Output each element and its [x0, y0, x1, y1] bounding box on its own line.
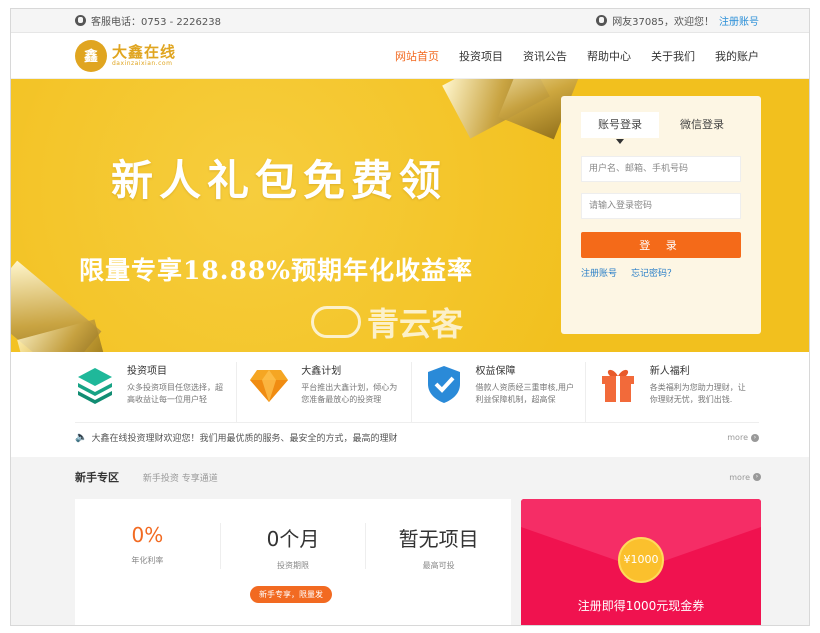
feature-newbie-benefits[interactable]: 新人福利 各类福利为您助力理财，让你理财无忧，我们出钱.	[586, 362, 759, 422]
feature-desc: 各类福利为您助力理财，让你理财无忧，我们出钱.	[649, 383, 746, 404]
notice-text[interactable]: 大鑫在线投资理财欢迎您！我们用最优质的服务、最安全的方式，最高的理财	[91, 431, 397, 444]
shield-check-icon	[427, 366, 460, 403]
tab-account-login[interactable]: 账号登录	[581, 112, 659, 144]
stat-label: 年化利率	[131, 556, 164, 565]
diamond-icon	[250, 370, 289, 402]
stat-value: 0%	[131, 523, 164, 547]
gift-icon	[601, 369, 634, 402]
feature-title: 大鑫计划	[301, 366, 342, 377]
user-welcome: 网友37085，欢迎您！ 注册账号	[596, 13, 759, 28]
cloud-icon	[311, 306, 361, 338]
nav-help[interactable]: 帮助中心	[587, 48, 631, 64]
newbie-zone: 新手专区 新手投资 专享通道 more › 0% 年化利率 0个月 投资期限 暂…	[11, 457, 809, 625]
hotline: 客服电话：0753 - 2226238	[75, 13, 221, 28]
stat-value: 暂无项目	[398, 527, 479, 551]
login-panel: 账号登录 微信登录 登 录 注册账号 忘记密码？	[561, 96, 761, 334]
forgot-password-link[interactable]: 忘记密码？	[631, 266, 676, 279]
feature-desc: 众多投资项目任您选择，超高收益让每一位用户轻	[127, 383, 223, 404]
banner-headline: 新人礼包免费领	[111, 156, 448, 205]
login-button[interactable]: 登 录	[581, 232, 741, 258]
nav-investments[interactable]: 投资项目	[459, 48, 503, 64]
chevron-right-icon: ›	[751, 433, 759, 442]
logo[interactable]: 鑫 大鑫在线 daxinzaixian.com	[75, 39, 177, 72]
red-envelope-banner[interactable]: ¥1000 注册即得1000元现金券	[521, 499, 761, 625]
top-bar: 客服电话：0753 - 2226238 网友37085，欢迎您！ 注册账号	[11, 9, 809, 33]
watermark: 青云客	[311, 299, 463, 345]
logo-name: 大鑫在线	[112, 43, 177, 61]
tab-wechat-login[interactable]: 微信登录	[663, 112, 741, 138]
register-link[interactable]: 注册账号	[719, 13, 759, 28]
feature-protection[interactable]: 权益保障 借款人资质经三重审核,用户利益保障机制，超高保	[412, 362, 586, 422]
nav-about[interactable]: 关于我们	[651, 48, 695, 64]
more-label: more	[729, 472, 750, 482]
feature-desc: 平台推出大鑫计划，倾心为您准备最放心的投资理	[301, 383, 398, 404]
feature-plan[interactable]: 大鑫计划 平台推出大鑫计划，倾心为您准备最放心的投资理	[237, 362, 412, 422]
chevron-right-icon: ›	[753, 473, 761, 481]
nav-news[interactable]: 资讯公告	[523, 48, 567, 64]
nav-account[interactable]: 我的账户	[715, 48, 759, 64]
register-account-link[interactable]: 注册账号	[581, 266, 617, 279]
nav-home[interactable]: 网站首页	[395, 48, 439, 64]
layers-icon	[78, 368, 112, 404]
feature-title: 新人福利	[649, 366, 690, 377]
feature-desc: 借款人资质经三重审核,用户利益保障机制，超高保	[475, 383, 575, 404]
welcome-text: 网友37085，欢迎您！	[612, 17, 714, 28]
zone-more-link[interactable]: more ›	[729, 473, 761, 482]
newbie-tag[interactable]: 新手专享，限量发	[250, 586, 332, 603]
stat-label: 最高可投	[422, 561, 455, 570]
main-nav: 网站首页 投资项目 资讯公告 帮助中心 关于我们 我的账户	[395, 48, 759, 64]
zone-subtitle: 新手投资 专享通道	[142, 474, 218, 484]
stat-term: 0个月 投资期限	[221, 523, 367, 570]
header: 鑫 大鑫在线 daxinzaixian.com 网站首页 投资项目 资讯公告 帮…	[11, 33, 809, 79]
banner-subline: 限量专享18.88%预期年化收益率	[79, 256, 474, 285]
username-input[interactable]	[581, 156, 741, 182]
feature-investments[interactable]: 投资项目 众多投资项目任您选择，超高收益让每一位用户轻	[75, 362, 238, 422]
coin-icon: ¥1000	[618, 537, 664, 583]
feature-title: 权益保障	[475, 366, 516, 377]
page-frame: 客服电话：0753 - 2226238 网友37085，欢迎您！ 注册账号 鑫 …	[10, 8, 810, 626]
feature-strip: 投资项目 众多投资项目任您选择，超高收益让每一位用户轻 大鑫计划 平台推出大鑫计…	[11, 352, 809, 422]
watermark-text: 青云客	[367, 305, 464, 343]
logo-icon: 鑫	[75, 39, 107, 72]
stat-label: 投资期限	[277, 561, 309, 570]
logo-domain: daxinzaixian.com	[112, 60, 173, 67]
stat-max-investable: 暂无项目 最高可投	[366, 523, 511, 570]
stat-annual-rate: 0% 年化利率	[75, 523, 221, 569]
notice-bar: 🔈 大鑫在线投资理财欢迎您！我们用最优质的服务、最安全的方式，最高的理财 mor…	[75, 422, 759, 452]
feature-title: 投资项目	[127, 366, 167, 377]
stat-value: 0个月	[266, 527, 320, 551]
notice-more-link[interactable]: more ›	[727, 433, 759, 442]
hero-banner[interactable]: 新人礼包免费领 限量专享18.88%预期年化收益率 青云客 账号登录 微信登录 …	[11, 79, 809, 352]
hotline-text: 客服电话：0753 - 2226238	[91, 17, 221, 28]
password-input[interactable]	[581, 193, 741, 219]
user-icon	[596, 15, 608, 26]
zone-title: 新手专区	[75, 471, 119, 484]
more-label: more	[727, 433, 748, 442]
speaker-icon: 🔈	[75, 432, 88, 443]
envelope-text: 注册即得1000元现金券	[577, 599, 705, 613]
phone-icon	[75, 15, 86, 26]
newbie-product-card[interactable]: 0% 年化利率 0个月 投资期限 暂无项目 最高可投 新手专享，限量发	[75, 499, 511, 625]
